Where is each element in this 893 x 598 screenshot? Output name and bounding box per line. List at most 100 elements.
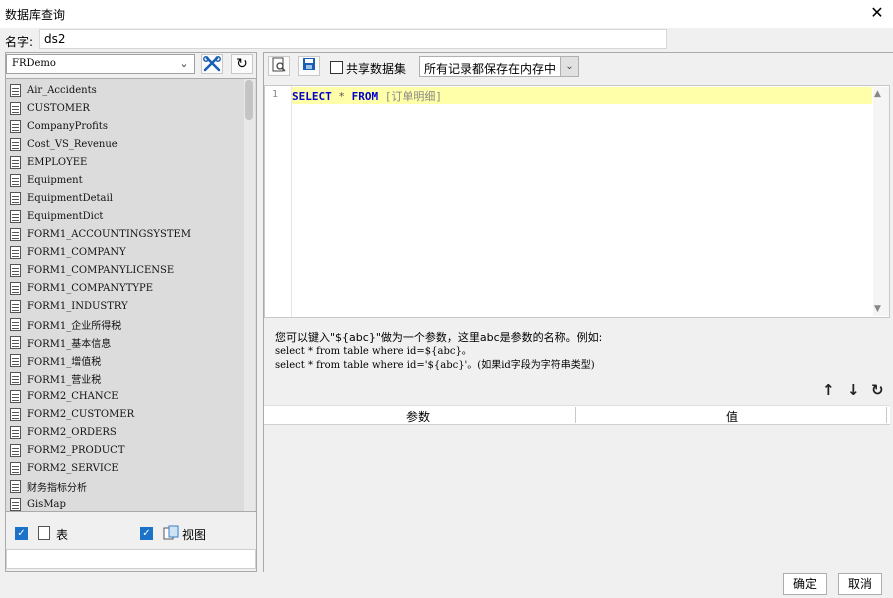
table-list-item[interactable]: FORM1_增值税 bbox=[10, 351, 101, 369]
column-divider[interactable] bbox=[575, 407, 576, 423]
column-divider[interactable] bbox=[886, 407, 887, 423]
table-icon bbox=[38, 526, 50, 540]
table-list-item[interactable]: Equipment bbox=[10, 171, 83, 189]
table-icon bbox=[10, 191, 21, 205]
table-list-item[interactable]: FORM2_CUSTOMER bbox=[10, 405, 134, 423]
view-icon bbox=[163, 525, 179, 540]
table-icon bbox=[10, 425, 21, 439]
table-list-item[interactable]: FORM1_营业税 bbox=[10, 369, 101, 387]
table-list-item[interactable]: EquipmentDict bbox=[10, 207, 103, 225]
move-down-icon[interactable]: ↓ bbox=[847, 383, 860, 398]
table-icon bbox=[10, 227, 21, 241]
table-list-item[interactable]: FORM1_ACCOUNTINGSYSTEM bbox=[10, 225, 191, 243]
table-name: FORM1_INDUSTRY bbox=[27, 300, 128, 312]
table-list-scrollbar[interactable] bbox=[244, 79, 255, 511]
table-list-item[interactable]: FORM1_COMPANYTYPE bbox=[10, 279, 153, 297]
table-icon bbox=[10, 173, 21, 187]
table-icon bbox=[10, 119, 21, 133]
window-title: 数据库查询 bbox=[5, 8, 66, 22]
table-icon bbox=[10, 209, 21, 223]
table-icon bbox=[10, 371, 21, 385]
table-name: FORM1_COMPANYTYPE bbox=[27, 282, 154, 294]
table-name: Air_Accidents bbox=[27, 84, 97, 96]
table-name: FORM1_营业税 bbox=[27, 374, 102, 386]
table-icon bbox=[10, 407, 21, 421]
view-checkbox[interactable]: ✓ bbox=[140, 527, 153, 540]
table-search-input[interactable] bbox=[6, 549, 256, 569]
param-column-header[interactable]: 参数 bbox=[406, 408, 430, 425]
sql-editor[interactable] bbox=[264, 85, 890, 318]
chevron-down-icon[interactable]: ⌄ bbox=[560, 57, 578, 76]
table-list-item[interactable]: FORM2_ORDERS bbox=[10, 423, 117, 441]
table-icon bbox=[10, 155, 21, 169]
refresh-icon[interactable]: ↻ bbox=[231, 54, 253, 74]
wrench-icon[interactable] bbox=[201, 54, 223, 74]
table-icon bbox=[10, 461, 21, 475]
sql-star: * bbox=[338, 90, 345, 103]
editor-scrollbar[interactable] bbox=[873, 87, 889, 316]
refresh-params-icon[interactable]: ↻ bbox=[871, 383, 884, 398]
table-name: FORM2_CUSTOMER bbox=[27, 408, 135, 420]
scrollbar-thumb[interactable] bbox=[245, 80, 253, 120]
datasource-select[interactable]: FRDemo bbox=[6, 54, 195, 74]
table-list-item[interactable]: 财务指标分析 bbox=[10, 477, 87, 495]
param-table-body[interactable] bbox=[264, 425, 890, 568]
name-label: 名字: bbox=[5, 35, 34, 49]
preview-icon[interactable] bbox=[268, 56, 290, 76]
table-name: CompanyProfits bbox=[27, 120, 108, 132]
close-icon[interactable]: ✕ bbox=[867, 3, 887, 23]
line-gutter bbox=[265, 86, 292, 317]
share-dataset-label: 共享数据集 bbox=[346, 62, 407, 76]
save-query-icon[interactable] bbox=[298, 56, 320, 76]
table-name: FORM2_SERVICE bbox=[27, 462, 119, 474]
table-list-item[interactable]: Cost_VS_Revenue bbox=[10, 135, 118, 153]
table-list-item[interactable]: GisMap bbox=[10, 495, 66, 511]
table-icon bbox=[10, 299, 21, 313]
table-list-item[interactable]: CUSTOMER bbox=[10, 99, 90, 117]
scroll-down-icon[interactable]: ▼ bbox=[874, 304, 881, 314]
table-name: FORM1_增值税 bbox=[27, 356, 102, 368]
view-filter-label: 视图 bbox=[182, 528, 207, 542]
table-list-item[interactable]: FORM1_企业所得税 bbox=[10, 315, 121, 333]
table-icon bbox=[10, 281, 21, 295]
scroll-up-icon[interactable]: ▲ bbox=[874, 89, 881, 99]
name-input[interactable]: ds2 bbox=[39, 29, 667, 49]
table-name: FORM1_基本信息 bbox=[27, 338, 112, 350]
table-list-item[interactable]: FORM1_COMPANY bbox=[10, 243, 126, 261]
table-icon bbox=[10, 137, 21, 151]
value-column-header[interactable]: 值 bbox=[726, 408, 738, 425]
table-list-item[interactable]: FORM2_SERVICE bbox=[10, 459, 119, 477]
table-list-item[interactable]: EquipmentDetail bbox=[10, 189, 113, 207]
table-list-item[interactable]: FORM1_基本信息 bbox=[10, 333, 111, 351]
table-icon bbox=[10, 317, 21, 331]
table-checkbox[interactable]: ✓ bbox=[15, 527, 28, 540]
memory-mode-value: 所有记录都保存在内存中 bbox=[424, 62, 557, 76]
param-table-header bbox=[264, 405, 890, 425]
table-name: FORM1_COMPANY bbox=[27, 246, 126, 258]
table-icon bbox=[10, 245, 21, 259]
sql-text[interactable]: SELECT * FROM [订单明细] bbox=[292, 88, 442, 104]
chevron-down-icon[interactable]: ⌄ bbox=[176, 56, 192, 72]
table-icon bbox=[10, 479, 21, 493]
table-icon bbox=[10, 497, 21, 511]
table-name: EquipmentDict bbox=[27, 210, 104, 222]
table-list-item[interactable]: FORM1_COMPANYLICENSE bbox=[10, 261, 174, 279]
cancel-button[interactable]: 取消 bbox=[838, 573, 882, 595]
table-list-item[interactable]: FORM2_PRODUCT bbox=[10, 441, 125, 459]
title-bar bbox=[0, 0, 893, 28]
sql-keyword-select: SELECT bbox=[292, 90, 332, 103]
table-list-item[interactable]: FORM1_INDUSTRY bbox=[10, 297, 128, 315]
param-hint-line3: select * from table where id='${abc}'。(如… bbox=[275, 360, 595, 371]
table-list-item[interactable]: Air_Accidents bbox=[10, 81, 97, 99]
table-list-item[interactable]: FORM2_CHANCE bbox=[10, 387, 119, 405]
table-name: GisMap bbox=[27, 498, 66, 510]
move-up-icon[interactable]: ↑ bbox=[822, 383, 835, 398]
table-name: CUSTOMER bbox=[27, 102, 90, 114]
ok-button[interactable]: 确定 bbox=[783, 573, 827, 595]
share-dataset-checkbox[interactable] bbox=[330, 61, 343, 74]
table-icon bbox=[10, 83, 21, 97]
table-name: 财务指标分析 bbox=[27, 482, 87, 494]
table-list-item[interactable]: CompanyProfits bbox=[10, 117, 108, 135]
table-list-item[interactable]: EMPLOYEE bbox=[10, 153, 87, 171]
table-name: FORM2_ORDERS bbox=[27, 426, 117, 438]
